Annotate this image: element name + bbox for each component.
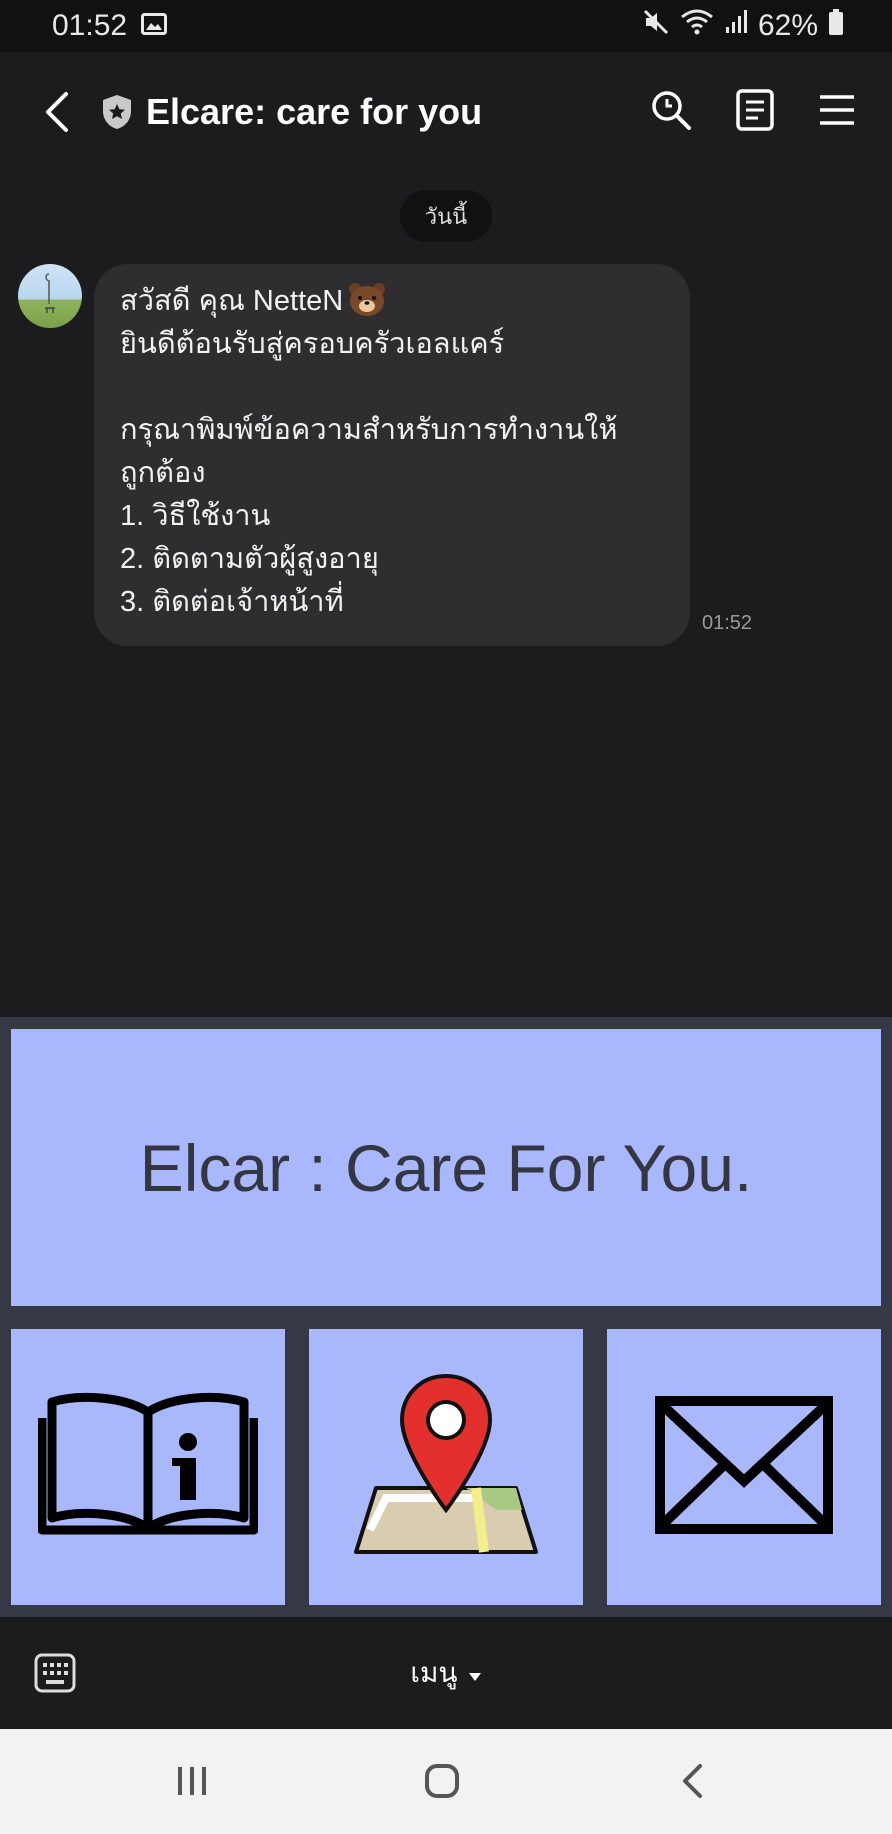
back-icon[interactable] (44, 82, 84, 142)
image-icon (141, 9, 168, 43)
status-time: 01:52 (52, 9, 128, 42)
system-back-icon[interactable] (662, 1755, 722, 1807)
chat-title: Elcare: care for you (146, 91, 483, 132)
message-line-option-1: 1. วิธีใช้งาน (120, 500, 271, 532)
chat-area[interactable]: วันนี้ สวัสดี คุณ NetteN ยินดีต้อนรับสู่… (0, 172, 892, 1017)
avatar[interactable] (18, 264, 82, 328)
shield-star-icon (100, 93, 134, 131)
rich-menu-banner[interactable]: Elcar : Care For You. (11, 1029, 881, 1306)
signal-icon (724, 9, 748, 43)
bottom-bar: เมนู (0, 1617, 892, 1729)
rich-menu-tracking-button[interactable] (309, 1329, 583, 1605)
menu-toggle-label: เมนู (410, 1657, 458, 1688)
rich-menu-contact-button[interactable] (607, 1329, 881, 1605)
menu-icon[interactable] (818, 93, 856, 132)
keyboard-icon[interactable] (34, 1653, 76, 1693)
envelope-icon (654, 1395, 834, 1540)
message-line: ถูกต้อง (120, 457, 206, 489)
status-bar: 01:52 62% (0, 0, 892, 52)
notes-icon[interactable] (736, 88, 774, 136)
bear-emoji-icon (347, 280, 387, 318)
message-line: ยินดีต้อนรับสู่ครอบครัวเอลแคร์ (120, 328, 505, 360)
menu-toggle-button[interactable]: เมนู (410, 1651, 481, 1695)
system-nav-bar (0, 1729, 892, 1834)
date-separator: วันนี้ (400, 190, 492, 242)
map-pin-icon (346, 1370, 546, 1565)
caret-down-icon (468, 1657, 482, 1689)
message-timestamp: 01:52 (702, 612, 753, 634)
message-line-greeting: สวัสดี คุณ NetteN (120, 280, 664, 323)
message-bubble[interactable]: สวัสดี คุณ NetteN ยินดีต้อนรับสู่ครอบครั… (94, 264, 690, 646)
battery-percent: 62% (757, 9, 818, 42)
book-info-icon (37, 1390, 259, 1545)
home-icon[interactable] (412, 1755, 472, 1807)
wifi-icon (680, 8, 714, 44)
header-actions (650, 88, 856, 136)
search-icon[interactable] (650, 89, 692, 136)
battery-icon (828, 8, 844, 44)
recent-apps-icon[interactable] (162, 1755, 222, 1807)
rich-menu: Elcar : Care For You. (0, 1017, 892, 1617)
mute-icon (642, 8, 670, 44)
message-line: กรุณาพิมพ์ข้อความสำหรับการทำงานให้ (120, 414, 618, 446)
rich-menu-usage-button[interactable] (11, 1329, 285, 1605)
message-line-option-3: 3. ติดต่อเจ้าหน้าที่ (120, 586, 344, 618)
status-icons: 62% (642, 8, 844, 44)
chat-header: Elcare: care for you (0, 52, 892, 172)
message-line-option-2: 2. ติดตามตัวผู้สูงอายุ (120, 543, 379, 575)
